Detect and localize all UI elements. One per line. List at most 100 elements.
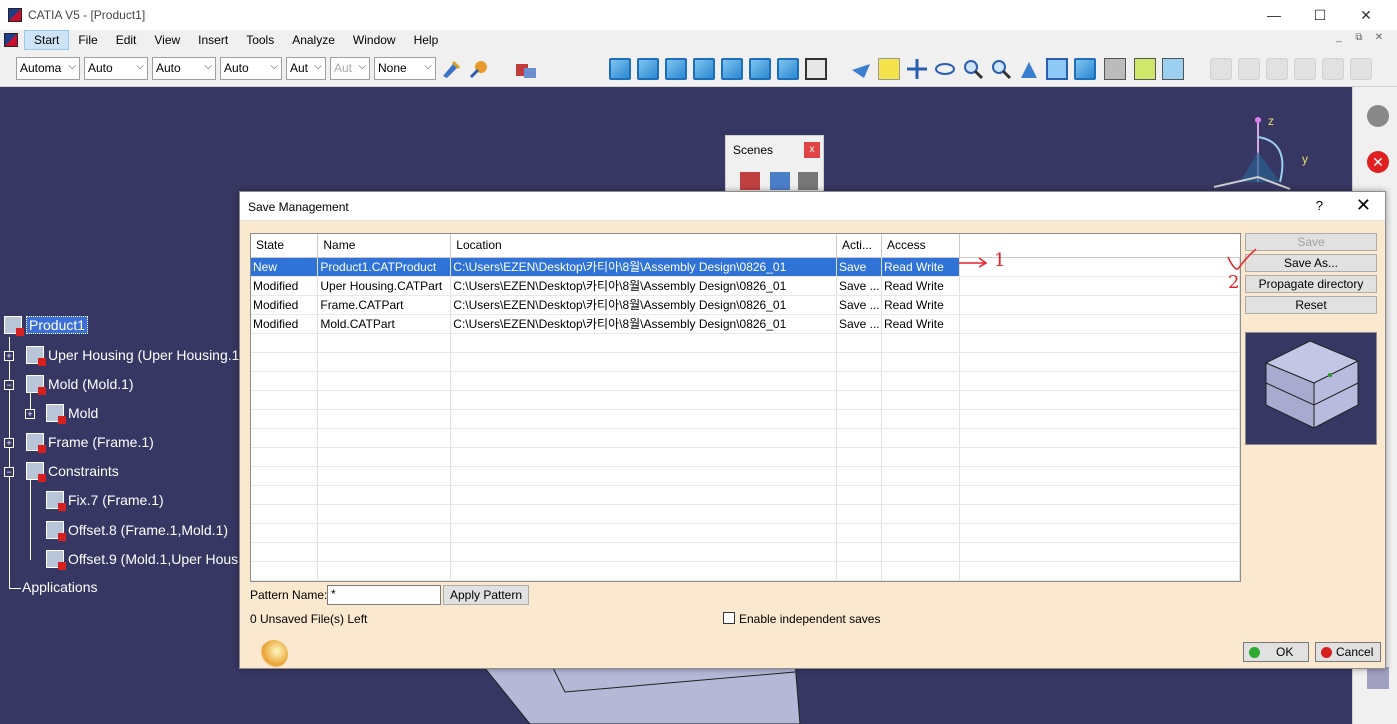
- cancel-label: Cancel: [1336, 645, 1374, 659]
- propagate-directory-button[interactable]: Propagate directory: [1245, 275, 1377, 293]
- dialog-close-button[interactable]: ✕: [1356, 195, 1371, 216]
- column-header-action[interactable]: Acti...: [836, 234, 882, 258]
- zoom-out-icon[interactable]: [990, 58, 1012, 80]
- normal-view-icon[interactable]: [1018, 58, 1040, 80]
- line-thickness-select[interactable]: Auto ⌵: [152, 57, 216, 80]
- named-views-icon[interactable]: [805, 58, 827, 80]
- table-row[interactable]: Modified Mold.CATPart C:\Users\EZEN\Desk…: [251, 314, 1240, 334]
- tree-item-mold-instance[interactable]: Mold (Mold.1): [26, 375, 134, 395]
- tree-item-frame[interactable]: Frame (Frame.1): [26, 433, 154, 453]
- scene-icon[interactable]: [770, 172, 790, 190]
- view-back-icon[interactable]: [665, 58, 687, 80]
- exit-workbench-icon[interactable]: ✕: [1367, 151, 1389, 173]
- save-as-button[interactable]: Save As...: [1245, 254, 1377, 272]
- column-header-location[interactable]: Location: [450, 234, 837, 258]
- table-row[interactable]: Modified Uper Housing.CATPart C:\Users\E…: [251, 276, 1240, 296]
- enable-independent-saves-checkbox[interactable]: [723, 612, 735, 624]
- ok-button[interactable]: OK: [1243, 642, 1309, 662]
- menu-analyze[interactable]: Analyze: [283, 31, 344, 49]
- scene-icon[interactable]: [740, 172, 760, 190]
- mdi-minimize-button[interactable]: _: [1329, 32, 1349, 43]
- menu-insert[interactable]: Insert: [189, 31, 237, 49]
- catalog-browser-icon[interactable]: [514, 58, 536, 80]
- color-select[interactable]: Automa ⌵: [16, 57, 80, 80]
- menu-start[interactable]: Start: [24, 30, 70, 50]
- catia-menu-icon[interactable]: [4, 33, 18, 47]
- mdi-restore-button[interactable]: ⧉: [1349, 32, 1369, 43]
- menu-help[interactable]: Help: [405, 31, 448, 49]
- tree-item-mold-part[interactable]: Mold: [46, 404, 98, 424]
- mdi-close-button[interactable]: ✕: [1369, 32, 1389, 43]
- transparency-select[interactable]: Auto ⌵: [84, 57, 148, 80]
- apply-pattern-button[interactable]: Apply Pattern: [443, 585, 529, 605]
- menu-view[interactable]: View: [145, 31, 189, 49]
- fly-mode-icon[interactable]: [850, 58, 872, 80]
- quick-view-icon[interactable]: [1074, 58, 1096, 80]
- expand-toggle[interactable]: +: [4, 351, 14, 361]
- tree-item-applications[interactable]: Applications: [22, 579, 98, 595]
- collapse-toggle[interactable]: −: [4, 467, 14, 477]
- tree-item-uper-housing[interactable]: Uper Housing (Uper Housing.1: [26, 346, 239, 366]
- pan-icon[interactable]: [906, 58, 928, 80]
- pattern-name-input[interactable]: *: [327, 585, 441, 605]
- tree-item-offset9[interactable]: Offset.9 (Mold.1,Uper Hous: [46, 550, 239, 570]
- column-header-name[interactable]: Name: [317, 234, 452, 258]
- menu-edit[interactable]: Edit: [107, 31, 146, 49]
- chevron-down-icon: ⌵: [358, 61, 366, 72]
- cell-state: Modified: [251, 295, 319, 315]
- view-left-icon[interactable]: [693, 58, 715, 80]
- tree-item-offset8[interactable]: Offset.8 (Frame.1,Mold.1): [46, 521, 228, 541]
- table-row[interactable]: New Product1.CATProduct C:\Users\EZEN\De…: [251, 257, 1240, 277]
- tree-item-product1[interactable]: Product1: [4, 316, 89, 336]
- tree-item-constraints[interactable]: Constraints: [26, 462, 119, 482]
- tree-item-fix7[interactable]: Fix.7 (Frame.1): [46, 491, 164, 511]
- tool-icon[interactable]: [1367, 667, 1389, 689]
- scenes-close-button[interactable]: x: [804, 142, 820, 158]
- image-capture-icon[interactable]: [1162, 58, 1184, 80]
- fit-all-in-icon[interactable]: [878, 58, 900, 80]
- empty-row: [251, 504, 1240, 524]
- column-header-state[interactable]: State: [251, 234, 319, 258]
- zoom-in-icon[interactable]: [962, 58, 984, 80]
- view-bottom-icon[interactable]: [777, 58, 799, 80]
- menu-tools[interactable]: Tools: [237, 31, 283, 49]
- expand-toggle[interactable]: +: [25, 409, 35, 419]
- hide-show-icon[interactable]: [1104, 58, 1126, 80]
- constraints-icon: [26, 462, 46, 482]
- help-button[interactable]: ?: [1316, 198, 1323, 213]
- select-value: Auto: [88, 61, 113, 75]
- multi-view-icon[interactable]: [1046, 58, 1068, 80]
- view-right-icon[interactable]: [721, 58, 743, 80]
- expand-toggle[interactable]: +: [4, 438, 14, 448]
- scene-icon[interactable]: [798, 172, 818, 190]
- menu-window[interactable]: Window: [344, 31, 405, 49]
- rotate-icon[interactable]: [934, 58, 956, 80]
- compass-icon[interactable]: [1200, 107, 1330, 197]
- gear-icon[interactable]: [1367, 105, 1389, 127]
- linetype-select[interactable]: Auto ⌵: [220, 57, 282, 80]
- reset-button[interactable]: Reset: [1245, 296, 1377, 314]
- layer-select[interactable]: None ⌵: [374, 57, 436, 80]
- cell-location: C:\Users\EZEN\Desktop\카티아\8월\Assembly De…: [450, 314, 837, 334]
- view-isometric-icon[interactable]: [609, 58, 631, 80]
- view-top-icon[interactable]: [749, 58, 771, 80]
- point-symbol-select[interactable]: Aut ⌵: [286, 57, 326, 80]
- view-front-icon[interactable]: [637, 58, 659, 80]
- collapse-toggle[interactable]: −: [4, 380, 14, 390]
- painter-icon[interactable]: [440, 58, 462, 80]
- graphic-properties-icon[interactable]: [468, 58, 490, 80]
- cancel-button[interactable]: Cancel: [1315, 642, 1381, 662]
- column-header-access[interactable]: Access: [881, 234, 960, 258]
- cell-action: Save ...: [836, 295, 882, 315]
- close-window-button[interactable]: ✕: [1343, 0, 1389, 30]
- compass-y-label: y: [1302, 152, 1308, 166]
- minimize-button[interactable]: —: [1251, 0, 1297, 30]
- cell-name: Mold.CATPart: [317, 314, 452, 334]
- table-row[interactable]: Modified Frame.CATPart C:\Users\EZEN\Des…: [251, 295, 1240, 315]
- menu-file[interactable]: File: [69, 31, 106, 49]
- tree-label: Offset.9 (Mold.1,Uper Hous: [68, 551, 239, 567]
- empty-row: [251, 428, 1240, 448]
- maximize-button[interactable]: ☐: [1297, 0, 1343, 30]
- empty-row: [251, 523, 1240, 543]
- swap-visible-space-icon[interactable]: [1134, 58, 1156, 80]
